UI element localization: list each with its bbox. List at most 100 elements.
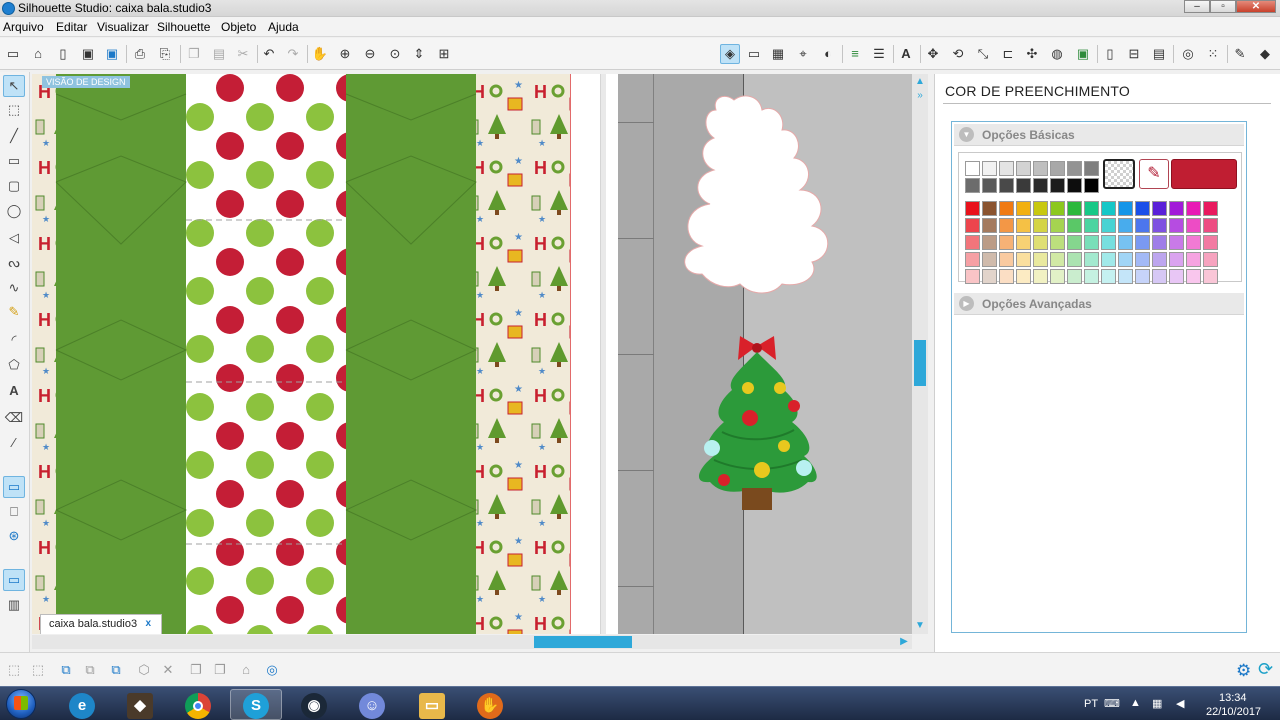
color-swatch[interactable] (1101, 235, 1116, 250)
close-window-button[interactable]: ✕ (1236, 0, 1276, 13)
color-swatch[interactable] (982, 161, 997, 176)
send-to-silhouette-icon[interactable]: ⎘ (155, 44, 175, 64)
color-swatch[interactable] (1016, 235, 1031, 250)
color-swatch[interactable] (1033, 235, 1048, 250)
rounded-rectangle-icon[interactable]: ▢ (3, 175, 25, 197)
color-swatch[interactable] (965, 269, 980, 284)
color-swatch[interactable] (1101, 201, 1116, 216)
color-swatch[interactable] (1169, 201, 1184, 216)
fill-pattern-icon[interactable]: ◐ (818, 44, 838, 64)
color-swatch[interactable] (1033, 178, 1048, 193)
vertical-scrollbar[interactable]: ▲ » ▼ (912, 74, 928, 634)
color-swatch[interactable] (1067, 235, 1082, 250)
align-icon[interactable]: ⊏ (998, 44, 1018, 64)
color-swatch[interactable] (1016, 218, 1031, 233)
color-swatch[interactable] (1203, 218, 1218, 233)
line-color-icon[interactable]: ≡ (845, 44, 865, 64)
weld-icon[interactable]: ⬡ (134, 660, 154, 680)
color-swatch[interactable] (1050, 235, 1065, 250)
color-swatch[interactable] (1152, 269, 1167, 284)
color-swatch[interactable] (1016, 178, 1031, 193)
color-swatch[interactable] (999, 235, 1014, 250)
color-swatch[interactable] (1084, 161, 1099, 176)
color-swatch[interactable] (1033, 252, 1048, 267)
freehand-tool-icon[interactable]: ∿ (3, 277, 25, 299)
move-icon[interactable]: ✥ (923, 44, 943, 64)
zoom-select-icon[interactable]: ⊙ (385, 44, 405, 64)
trace-icon[interactable]: ▯ (1100, 44, 1120, 64)
color-swatch[interactable] (1186, 269, 1201, 284)
knife-tool-icon[interactable]: ⁄ (3, 432, 25, 454)
arc-tool-icon[interactable]: ◜ (3, 329, 25, 351)
color-swatch[interactable] (1101, 218, 1116, 233)
refresh-icon[interactable]: ⟳ (1258, 659, 1273, 680)
clock-time[interactable]: 13:34 (1219, 692, 1247, 704)
new-document-icon[interactable]: ▭ (3, 44, 23, 64)
color-swatch[interactable] (965, 252, 980, 267)
color-swatch[interactable] (1152, 201, 1167, 216)
duplicate-icon[interactable]: ❐ (186, 660, 206, 680)
rotate-icon[interactable]: ⟲ (948, 44, 968, 64)
menu-editar[interactable]: Editar (56, 20, 87, 34)
redo-icon[interactable]: ↷ (283, 44, 303, 64)
brush-icon[interactable]: ✎ (1230, 44, 1250, 64)
color-swatch[interactable] (1186, 252, 1201, 267)
color-swatch[interactable] (965, 201, 980, 216)
taskbar-app[interactable]: ✋ (464, 689, 516, 720)
color-swatch[interactable] (1016, 269, 1031, 284)
color-swatch[interactable] (1135, 201, 1150, 216)
network-icon[interactable]: ▦ (1152, 697, 1162, 710)
text-tool-icon[interactable]: A (3, 380, 25, 402)
sketch-icon[interactable]: ⁙ (1203, 44, 1223, 64)
settings-gear-icon[interactable]: ⚙ (1236, 661, 1251, 681)
color-swatch[interactable] (1084, 235, 1099, 250)
keyboard-icon[interactable]: ⌨ (1104, 697, 1120, 710)
undo-icon[interactable]: ↶ (259, 44, 279, 64)
color-swatch[interactable] (1050, 218, 1065, 233)
taskbar-game[interactable]: ◆ (114, 689, 166, 720)
page-setup-icon[interactable]: ▭ (744, 44, 764, 64)
scale-icon[interactable]: ⤡ (973, 44, 993, 64)
color-swatch[interactable] (1084, 269, 1099, 284)
color-swatch[interactable] (982, 269, 997, 284)
color-swatch[interactable] (1084, 201, 1099, 216)
drag-zoom-icon[interactable]: ⇕ (409, 44, 429, 64)
menu-silhouette[interactable]: Silhouette (157, 20, 210, 34)
replicate-icon[interactable]: ✣ (1022, 44, 1042, 64)
input-language[interactable]: PT (1084, 698, 1098, 710)
color-swatch[interactable] (1169, 269, 1184, 284)
color-swatch[interactable] (1050, 269, 1065, 284)
send-panel-icon[interactable]: ▤ (1149, 44, 1169, 64)
color-swatch[interactable] (999, 252, 1014, 267)
library-store-icon[interactable]: ⊟ (1124, 44, 1144, 64)
color-swatch[interactable] (965, 178, 980, 193)
color-swatch[interactable] (1118, 201, 1133, 216)
close-tab-icon[interactable]: x (145, 615, 151, 633)
menu-objeto[interactable]: Objeto (221, 20, 256, 34)
cut-icon[interactable]: ✂ (233, 44, 253, 64)
color-swatch[interactable] (1033, 269, 1048, 284)
silhouette-connect-icon[interactable]: ◆ (1255, 44, 1275, 64)
color-swatch[interactable] (1118, 269, 1133, 284)
color-swatch[interactable] (965, 235, 980, 250)
color-swatch[interactable] (1050, 178, 1065, 193)
zoom-in-icon[interactable]: ⊕ (335, 44, 355, 64)
delete-icon[interactable]: ✕ (158, 660, 178, 680)
line-tool-icon[interactable]: ╱ (3, 125, 25, 147)
color-swatch[interactable] (1169, 252, 1184, 267)
fill-color-panel-icon[interactable]: ◈ (720, 44, 740, 64)
fit-to-page-icon[interactable]: ⊞ (434, 44, 454, 64)
taskbar-explorer[interactable]: ▭ (406, 689, 458, 720)
scroll-right-icon[interactable]: ▶ (898, 636, 910, 648)
show-design-page-icon[interactable]: ▭ (3, 569, 25, 591)
document-tab[interactable]: caixa bala.studio3 x (40, 614, 162, 634)
advanced-options-header[interactable]: ▶ Opções Avançadas (954, 293, 1244, 315)
select-tool-icon[interactable]: ↖ (3, 75, 25, 97)
scroll-expand-icon[interactable]: » (914, 90, 926, 102)
color-swatch[interactable] (965, 161, 980, 176)
color-swatch[interactable] (1152, 252, 1167, 267)
color-swatch[interactable] (982, 252, 997, 267)
color-swatch[interactable] (1033, 218, 1048, 233)
color-swatch[interactable] (1050, 161, 1065, 176)
open-folder-icon[interactable]: ⌂ (28, 44, 48, 64)
